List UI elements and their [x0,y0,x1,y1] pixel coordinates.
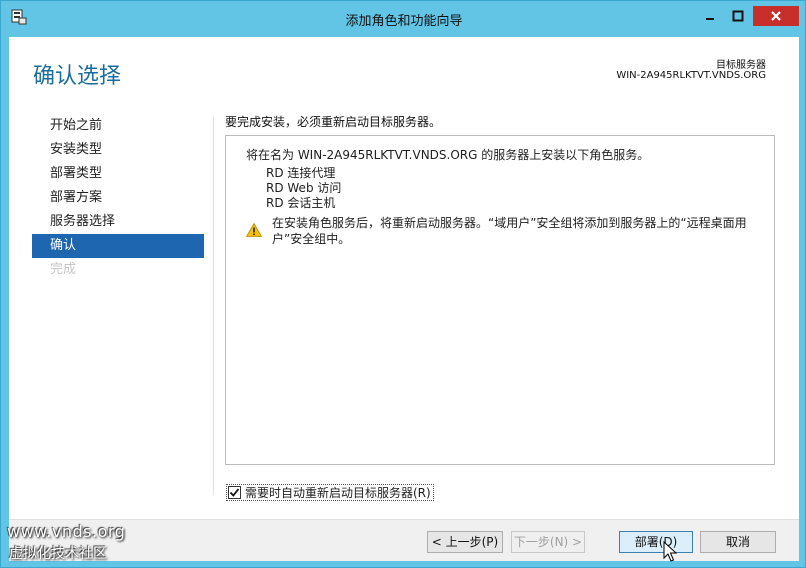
page-title: 确认选择 [33,64,122,89]
cancel-button[interactable]: 取消 [700,531,776,553]
role-service-list: RD 连接代理 RD Web 访问 RD 会话主机 [266,166,341,211]
wizard-window: 添加角色和功能向导 确认选择 目标服务器 WIN-2A945RLKTVT.VND… [0,0,806,568]
nav-divider [213,117,214,495]
watermark: www.vnds.org 虚拟化技术社区 [1,522,131,563]
confirmation-details-box: 将在名为 WIN-2A945RLKTVT.VNDS.ORG 的服务器上安装以下角… [225,135,775,465]
list-item: RD Web 访问 [266,181,342,195]
nav-item-installation-type[interactable]: 安装类型 [32,138,204,162]
title-bar[interactable]: 添加角色和功能向导 [1,1,806,37]
auto-restart-label[interactable]: 需要时自动重新启动目标服务器(R) [245,484,431,501]
target-server-name: WIN-2A945RLKTVT.VNDS.ORG [616,70,766,81]
warning-icon [246,223,262,237]
nav-item-deployment-type[interactable]: 部署类型 [32,162,204,186]
watermark-url: www.vnds.org [7,522,126,541]
minimize-button[interactable] [697,6,723,26]
next-button: 下一步(N) > [511,531,585,553]
nav-item-confirmation[interactable]: 确认 [32,234,204,258]
wizard-nav: 开始之前 安装类型 部署类型 部署方案 服务器选择 确认 完成 [32,114,204,282]
nav-item-server-selection[interactable]: 服务器选择 [32,210,204,234]
maximize-icon [732,10,744,22]
nav-item-deployment-scenario[interactable]: 部署方案 [32,186,204,210]
watermark-caption: 虚拟化技术社区 [9,546,107,562]
restart-notice: 要完成安装，必须重新启动目标服务器。 [225,115,442,129]
mouse-cursor-icon [663,541,677,562]
nav-item-completion: 完成 [50,262,77,277]
window-title: 添加角色和功能向导 [345,14,463,29]
wizard-content: 确认选择 目标服务器 WIN-2A945RLKTVT.VNDS.ORG 开始之前… [9,37,799,561]
list-item: RD 会话主机 [266,196,336,210]
minimize-icon [706,18,714,20]
maximize-button[interactable] [725,6,751,26]
close-icon [771,11,781,21]
nav-item-before-you-begin[interactable]: 开始之前 [32,114,204,138]
close-button[interactable] [753,6,799,26]
previous-button[interactable]: < 上一步(P) [427,531,503,553]
auto-restart-checkbox[interactable]: 需要时自动重新启动目标服务器(R) [226,484,434,501]
list-item: RD 连接代理 [266,166,336,180]
checkmark-icon [229,488,240,497]
target-server-label: 目标服务器 [716,60,766,71]
warning-message: 在安装角色服务后，将重新启动服务器。“域用户”安全组将添加到服务器上的“远程桌面… [272,216,747,246]
checkbox-box[interactable] [228,486,241,499]
details-heading: 将在名为 WIN-2A945RLKTVT.VNDS.ORG 的服务器上安装以下角… [246,148,650,162]
deploy-button[interactable]: 部署(D) [619,531,693,553]
